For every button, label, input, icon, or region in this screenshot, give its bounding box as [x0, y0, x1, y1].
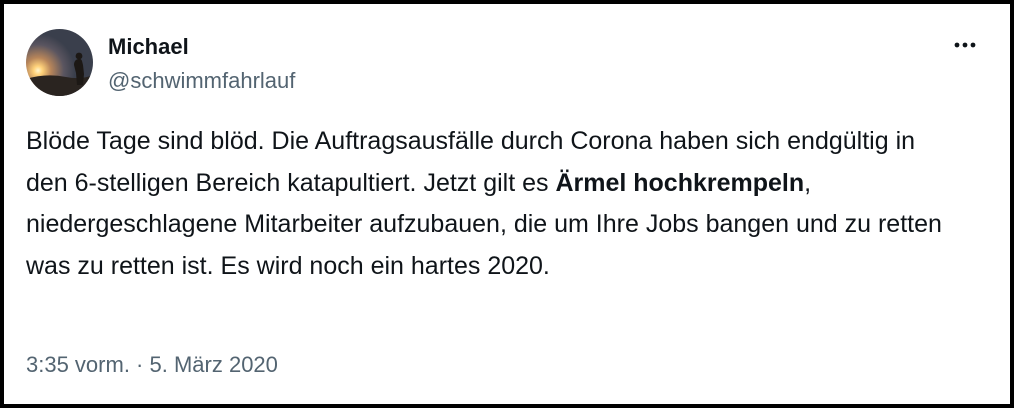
author-handle[interactable]: @schwimmfahrlauf	[108, 67, 295, 95]
more-options-button[interactable]	[948, 32, 982, 58]
tweet-card: Michael @schwimmfahrlauf Blöde Tage sind…	[0, 0, 1014, 408]
tweet-text: Blöde Tage sind blöd. Die Auftragsausfäl…	[26, 121, 946, 287]
tweet-time[interactable]: 3:35 vorm.	[26, 352, 130, 377]
tweet-text-bold: Ärmel hochkrempeln	[555, 168, 805, 197]
tweet-timestamp: 3:35 vorm. · 5. März 2020	[26, 351, 278, 379]
meta-separator: ·	[129, 352, 150, 377]
more-horizontal-icon	[954, 42, 976, 48]
avatar[interactable]	[26, 29, 93, 96]
avatar-image	[26, 29, 93, 96]
tweet-date[interactable]: 5. März 2020	[150, 352, 278, 377]
author-display-name[interactable]: Michael	[108, 33, 189, 61]
